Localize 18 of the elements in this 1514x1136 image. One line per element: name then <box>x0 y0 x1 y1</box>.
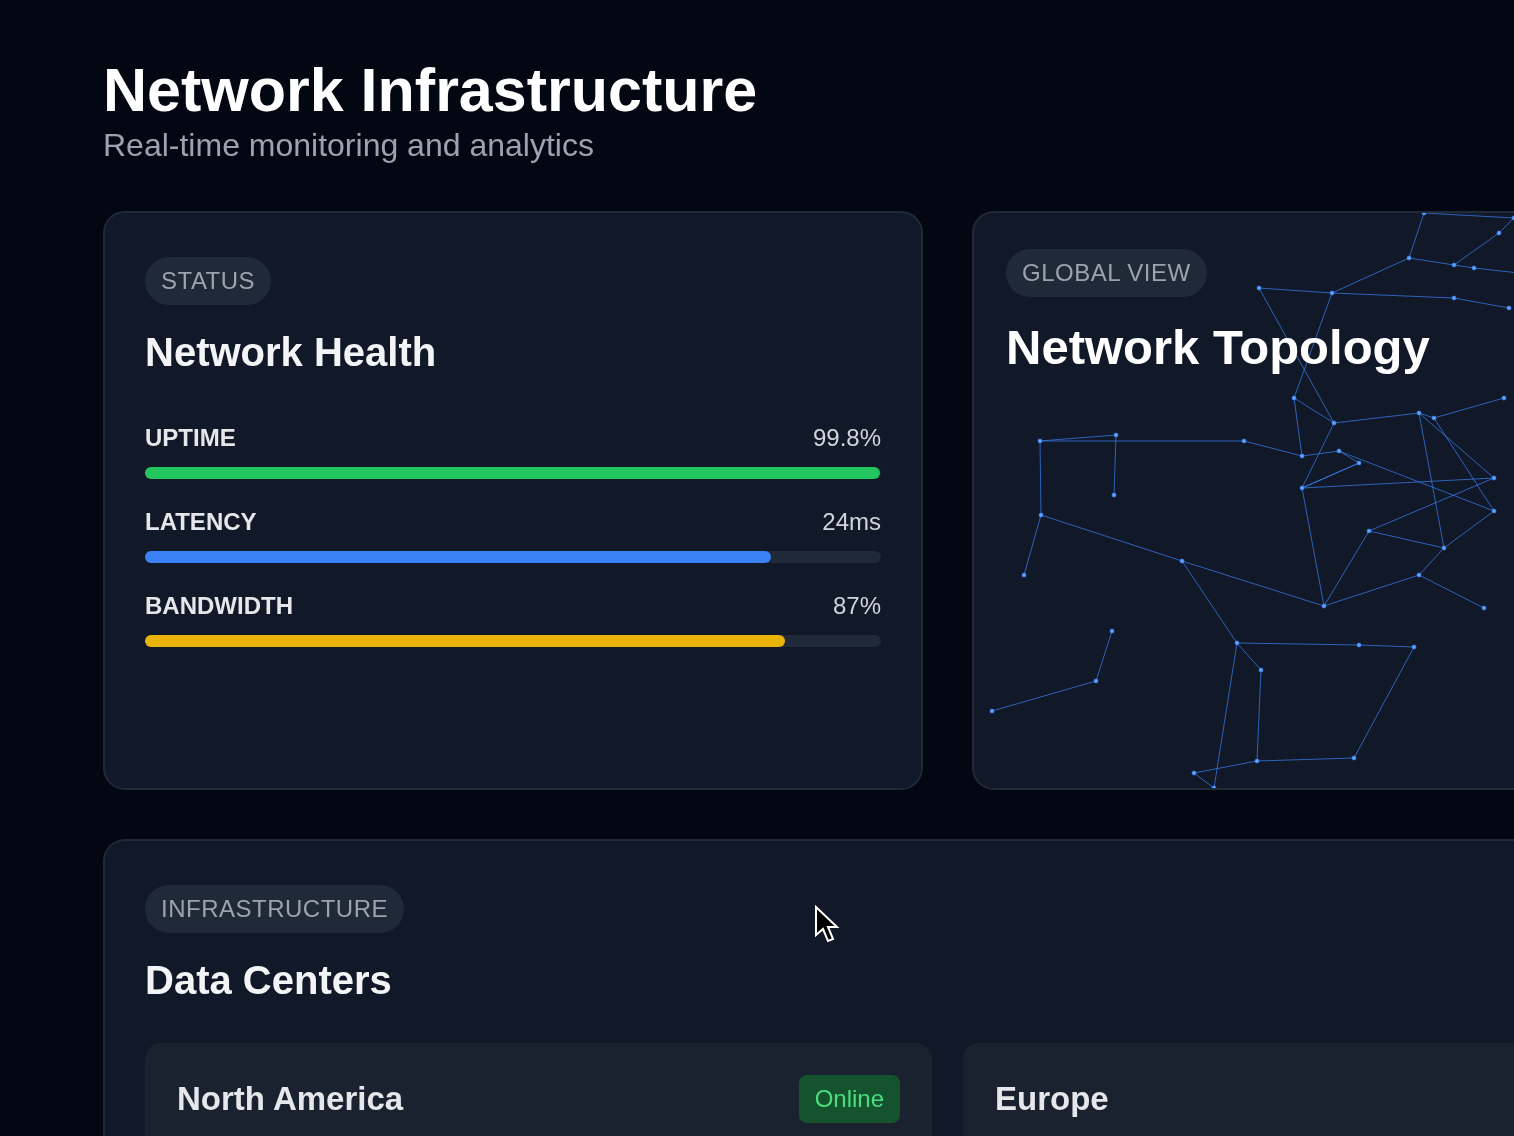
metric-label: UPTIME <box>145 424 236 452</box>
status-tag: STATUS <box>145 257 272 305</box>
cursor-icon <box>814 905 840 943</box>
global-view-tag: GLOBAL VIEW <box>1006 249 1207 297</box>
metric-label: LATENCY <box>145 508 257 536</box>
page-title: Network Infrastructure <box>103 55 758 125</box>
metric-value: 24ms <box>822 508 881 536</box>
card-title: Data Centers <box>145 957 392 1004</box>
page-subtitle: Real-time monitoring and analytics <box>103 126 594 165</box>
region-name: Europe <box>995 1079 1109 1119</box>
metric-label: BANDWIDTH <box>145 592 293 620</box>
region-name: North America <box>177 1079 404 1119</box>
card-title: Network Health <box>145 329 437 376</box>
metric-value: 87% <box>832 592 881 620</box>
metric-value: 99.8% <box>812 424 881 452</box>
status-badge: Online <box>798 1075 900 1123</box>
infrastructure-tag: INFRASTRUCTURE <box>145 885 404 933</box>
card-title: Network Topology <box>1006 319 1430 376</box>
